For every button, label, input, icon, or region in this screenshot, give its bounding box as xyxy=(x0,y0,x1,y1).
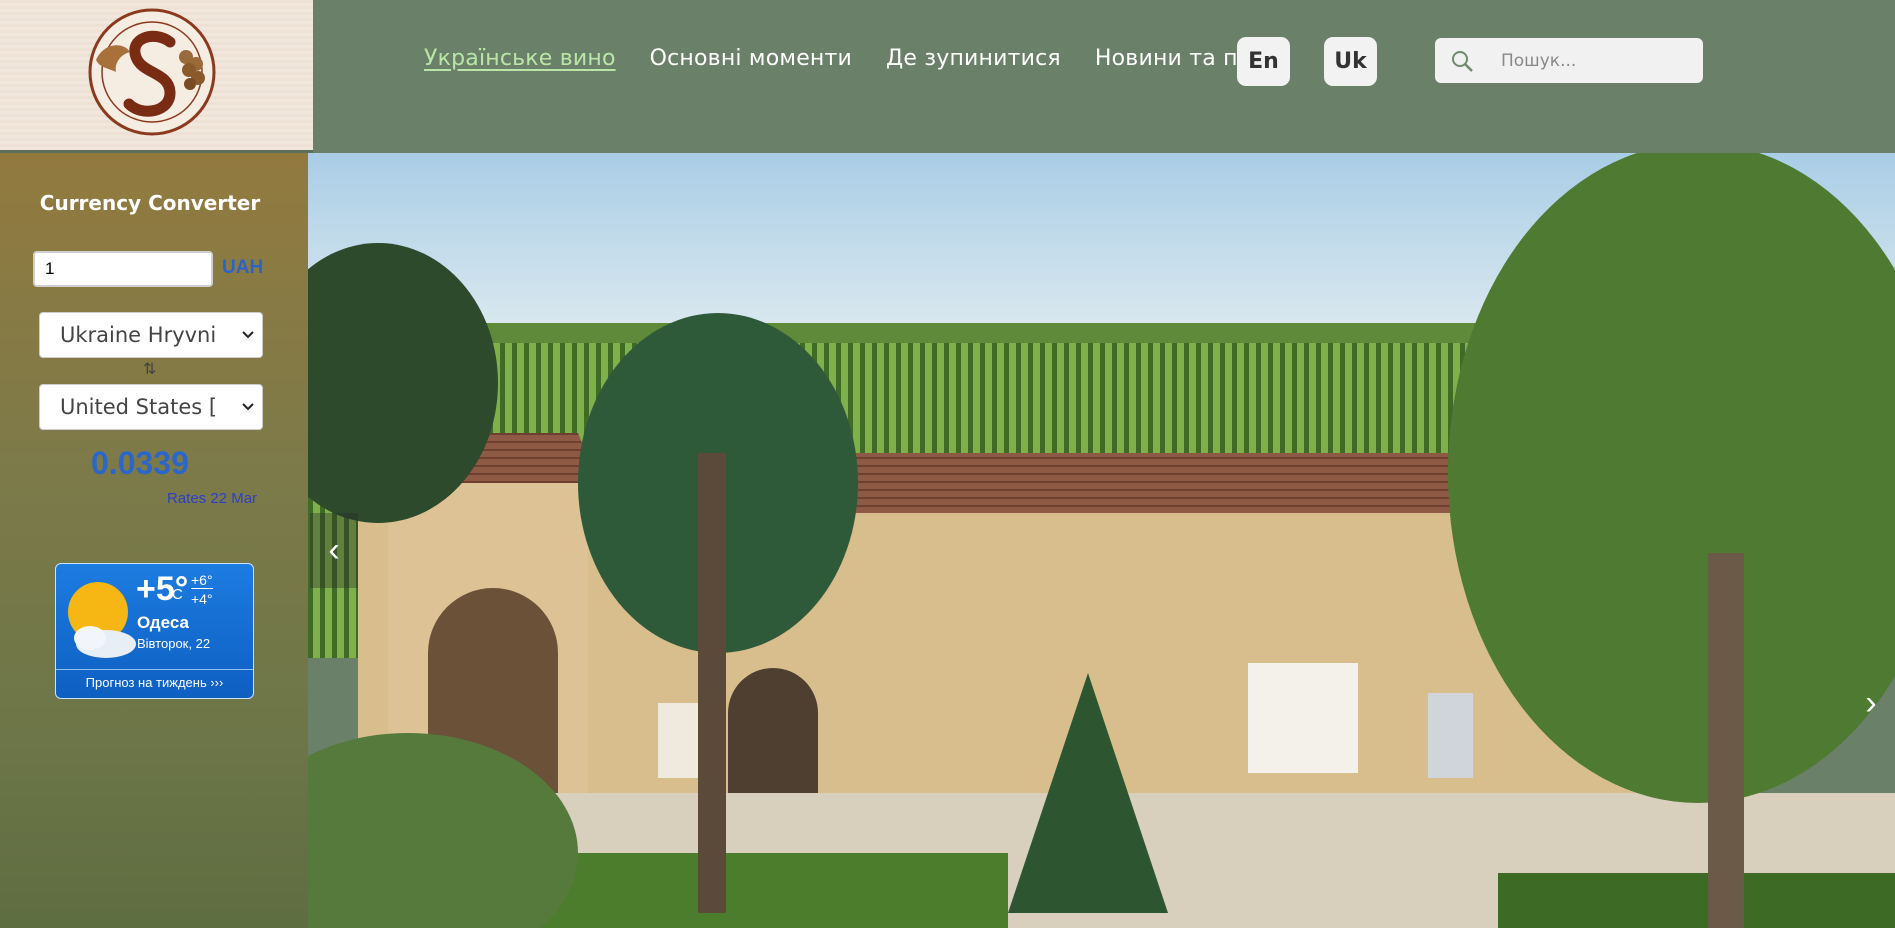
weather-city: Одеса xyxy=(137,613,189,632)
nav-ukrainian-wine[interactable]: Українське вино xyxy=(424,46,616,71)
currency-code: UAH xyxy=(222,257,264,278)
site-logo[interactable] xyxy=(0,0,313,153)
nav-highlights[interactable]: Основні моменти xyxy=(650,46,852,71)
search-box xyxy=(1435,38,1703,83)
nav-where-to-stay[interactable]: Де зупинитися xyxy=(886,46,1061,71)
amount-input[interactable] xyxy=(33,251,213,287)
from-currency-select[interactable]: Ukraine Hryvni xyxy=(39,312,263,358)
search-icon[interactable] xyxy=(1450,49,1474,73)
chevron-down-icon xyxy=(242,331,254,339)
search-input[interactable] xyxy=(1499,49,1693,72)
weather-high: +6° xyxy=(191,572,213,589)
weather-date: Вівторок, 22 xyxy=(137,636,211,651)
lang-en-button[interactable]: En xyxy=(1237,37,1290,86)
weather-low: +4° xyxy=(191,591,213,607)
to-currency-value: United States [ xyxy=(60,395,218,419)
top-navbar: Українське вино Основні моменти Де зупин… xyxy=(313,0,1895,153)
carousel-prev-button[interactable]: ‹ xyxy=(310,513,358,588)
weather-widget[interactable]: +5° C +6° +4° Одеса Вівторок, 22 Прогноз… xyxy=(55,563,254,699)
chevron-down-icon xyxy=(242,403,254,411)
weather-unit: C xyxy=(172,586,183,603)
converter-title: Currency Converter xyxy=(39,191,261,215)
swap-icon[interactable]: ⇅ xyxy=(143,359,156,379)
from-currency-value: Ukraine Hryvni xyxy=(60,323,217,347)
distillery-logo-emblem xyxy=(88,8,216,136)
carousel-next-button[interactable]: › xyxy=(1847,666,1895,741)
weekly-forecast-link[interactable]: Прогноз на тиждень ››› xyxy=(56,669,253,698)
main-nav: Українське вино Основні моменти Де зупин… xyxy=(424,46,1279,71)
rates-date: Rates 22 Mar xyxy=(167,490,258,507)
chateau-vineyard-image xyxy=(308,153,1895,928)
to-currency-select[interactable]: United States [ xyxy=(39,384,263,430)
sidebar: Currency Converter UAH Ukraine Hryvni ⇅ … xyxy=(0,153,308,928)
hero-carousel: › xyxy=(308,153,1895,928)
lang-uk-button[interactable]: Uk xyxy=(1324,37,1377,86)
partly-cloudy-icon xyxy=(68,582,136,658)
conversion-result: 0.0339 xyxy=(91,445,189,481)
